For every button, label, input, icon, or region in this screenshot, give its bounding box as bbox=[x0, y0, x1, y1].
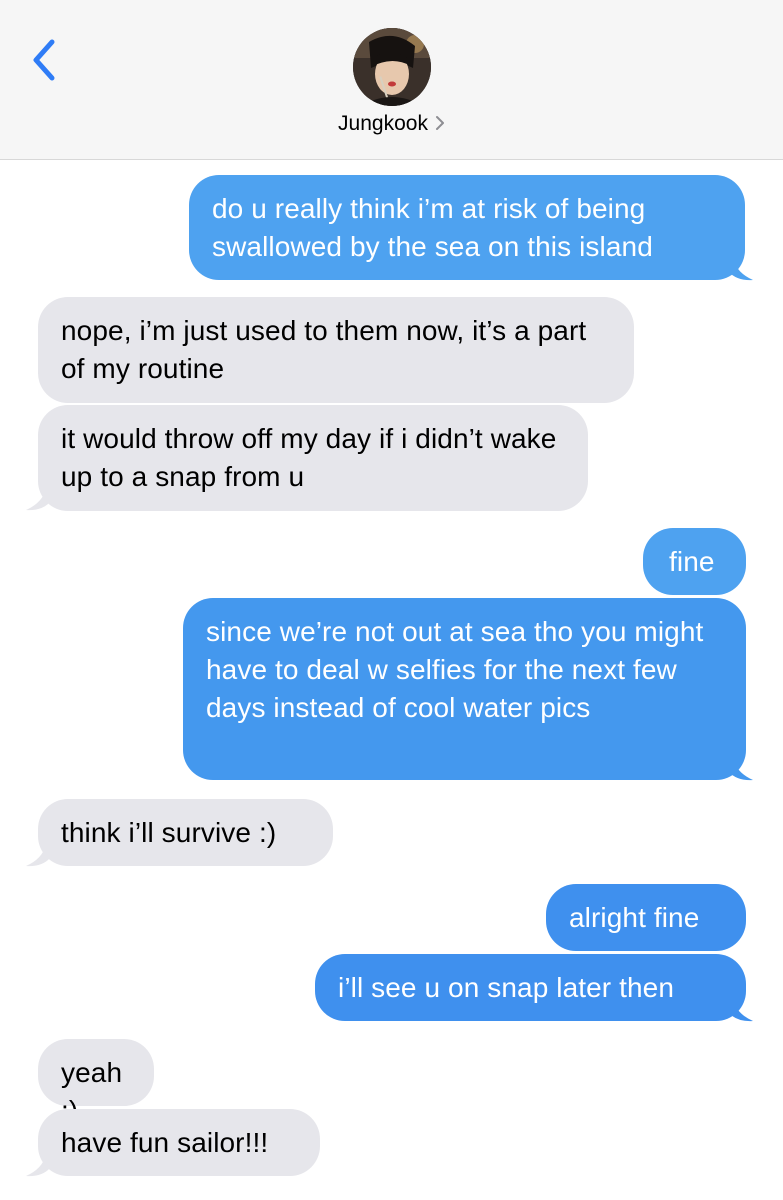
conversation-header: Jungkook bbox=[0, 0, 783, 160]
contact-name-button[interactable]: Jungkook bbox=[0, 112, 783, 136]
contact-name: Jungkook bbox=[338, 112, 428, 135]
chevron-left-icon[interactable] bbox=[28, 38, 62, 82]
message-bubble-outgoing[interactable]: alright fine bbox=[546, 884, 746, 951]
message-bubble-incoming[interactable]: nope, i’m just used to them now, it’s a … bbox=[38, 297, 634, 403]
contact-photo bbox=[353, 28, 431, 106]
message-bubble-incoming[interactable]: have fun sailor!!! bbox=[38, 1109, 320, 1176]
message-bubble-incoming[interactable]: yeah :) bbox=[38, 1039, 154, 1126]
message-bubble-outgoing[interactable]: do u really think i’m at risk of being s… bbox=[189, 175, 745, 280]
message-bubble-incoming[interactable]: think i’ll survive :) bbox=[38, 799, 333, 866]
message-bubble-outgoing[interactable]: i’ll see u on snap later then bbox=[315, 954, 746, 1021]
message-bubble-outgoing[interactable]: fine bbox=[643, 528, 746, 595]
chevron-right-icon bbox=[435, 116, 444, 130]
avatar[interactable] bbox=[353, 28, 431, 106]
message-bubble-outgoing[interactable]: since we’re not out at sea tho you might… bbox=[183, 598, 746, 780]
message-bubble-incoming[interactable]: it would throw off my day if i didn’t wa… bbox=[38, 405, 588, 511]
